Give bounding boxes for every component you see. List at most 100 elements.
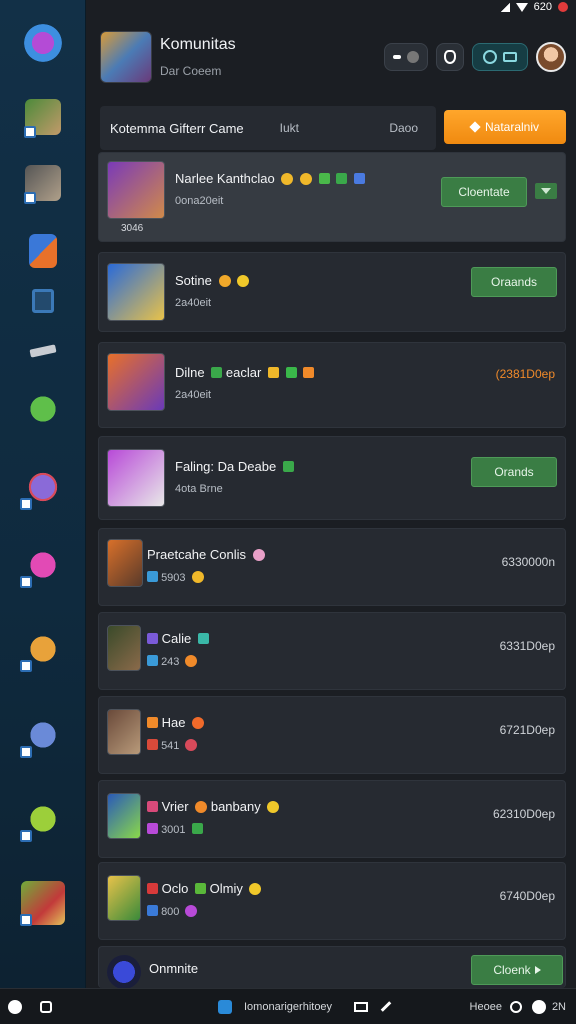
action-button[interactable]: Oraands <box>471 267 557 297</box>
action-button[interactable]: Cloenk <box>471 955 563 985</box>
list-item-name: Sotine <box>175 273 212 288</box>
hero-thumbnail <box>107 263 165 321</box>
sidebar-item-game-5[interactable] <box>18 462 68 512</box>
hero-thumbnail <box>107 709 141 755</box>
filter-sort[interactable]: Iukt <box>280 121 299 135</box>
action-button[interactable]: Cloentate <box>441 177 527 207</box>
filter-bar[interactable]: Kotemma Gifterr Came Iukt Daoo <box>100 106 436 150</box>
mail-icon[interactable] <box>354 1001 369 1012</box>
circle-icon[interactable] <box>40 1000 52 1013</box>
hero-thumbnail <box>107 353 165 411</box>
sword-icon[interactable] <box>28 336 58 366</box>
price-label: (2381D0ep <box>495 367 555 381</box>
sidebar-item-game-7[interactable] <box>18 624 68 674</box>
badge-icon <box>20 576 32 588</box>
badge-icon <box>147 801 158 812</box>
toggle-button[interactable] <box>384 43 428 71</box>
list-item-name: Hae <box>161 715 186 730</box>
badge-icon <box>336 173 348 184</box>
profile-icon[interactable] <box>8 999 22 1014</box>
list-item-title: Oclo Olmiy <box>147 881 262 896</box>
record-icon <box>407 51 419 63</box>
filter-date[interactable]: Daoo <box>389 121 418 135</box>
list-item-count: 5903 <box>161 572 186 584</box>
sidebar-item-game-1[interactable] <box>18 92 68 142</box>
bottom-bar: Iomonarigerhitoey Heoee 2N <box>0 988 576 1024</box>
sidebar-item-game-6[interactable] <box>18 540 68 590</box>
leaf-icon <box>194 883 206 894</box>
action-button[interactable]: Orands <box>471 457 557 487</box>
list-item[interactable]: Hae 541 6721D0ep <box>98 696 566 774</box>
list-item-meta: 0ona20eit <box>175 195 224 207</box>
action-button-label: Cloenk <box>493 963 531 977</box>
taskbar-label[interactable]: Iomonarigerhitoey <box>244 1001 332 1013</box>
sidebar-item-game-4[interactable] <box>18 384 68 434</box>
badge-icon <box>147 717 158 728</box>
crown-icon <box>267 367 279 378</box>
smiley-icon <box>237 275 250 287</box>
notify-button[interactable]: Nataralniv <box>444 110 566 144</box>
list-item-name: Praetcahe Conlis <box>147 547 246 562</box>
inventory-icon[interactable] <box>28 286 58 316</box>
app-icon[interactable] <box>218 999 232 1014</box>
chevron-down-icon[interactable] <box>535 183 557 199</box>
badge-icon <box>20 660 32 672</box>
hero-thumbnail <box>107 539 143 587</box>
list-item-meta: 2a40eit <box>175 297 212 309</box>
smiley-icon <box>185 655 198 667</box>
plus-icon <box>211 367 223 378</box>
list-item-title: Narlee Kanthclao <box>175 171 365 186</box>
list-item-meta: 2a40eit <box>175 389 212 401</box>
badge-icon <box>20 914 32 926</box>
notification-dot-icon <box>558 2 568 12</box>
crown-icon <box>299 173 312 185</box>
hero-thumbnail <box>107 955 141 989</box>
fire-icon <box>303 367 315 378</box>
hero-thumbnail <box>107 875 141 921</box>
pumpkin-icon <box>192 717 205 729</box>
filter-category[interactable]: Kotemma Gifterr Came <box>110 121 244 136</box>
list-item[interactable]: Praetcahe Conlis 5903 6330000n <box>98 528 566 606</box>
check-icon[interactable] <box>531 999 546 1014</box>
star-icon <box>281 173 294 185</box>
sidebar-item-game-2[interactable] <box>18 158 68 208</box>
list-item[interactable]: Calie 243 6331D0ep <box>98 612 566 690</box>
list-item[interactable]: Onmnite Cloenk <box>98 946 566 989</box>
list-item-title: Hae <box>147 715 205 730</box>
pen-icon[interactable] <box>380 1001 392 1012</box>
status-time: 620 <box>533 1 552 13</box>
price-label: 6331D0ep <box>499 639 555 653</box>
sidebar-item-game-3[interactable] <box>18 226 68 276</box>
gem-icon <box>285 367 297 378</box>
sidebar-item-home[interactable] <box>18 18 68 68</box>
list-item-count: 541 <box>161 740 180 752</box>
hero-thumbnail <box>107 625 141 671</box>
globe-icon[interactable] <box>509 1000 522 1013</box>
list-item[interactable]: Sotine 2a40eit Oraands <box>98 252 566 332</box>
list-item[interactable]: Dilne eaclar 2a40eit (2381D0ep <box>98 342 566 428</box>
list-item-meta: 3001 <box>147 823 203 836</box>
sidebar-item-game-8[interactable] <box>18 710 68 760</box>
sidebar-item-game-9[interactable] <box>18 794 68 844</box>
badge-icon <box>147 633 158 644</box>
sidebar-item-game-10[interactable] <box>18 878 68 928</box>
list-item[interactable]: 3046 Narlee Kanthclao 0ona20eit Cloentat… <box>98 152 566 242</box>
shield-button[interactable] <box>436 43 464 71</box>
list-item[interactable]: Oclo Olmiy 800 6740D0ep <box>98 862 566 940</box>
compass-button[interactable] <box>472 43 528 71</box>
page-subtitle: Dar Coeem <box>160 64 222 78</box>
list-item-name: Oclo <box>161 881 189 896</box>
badge-icon <box>147 655 158 666</box>
price-label: 6721D0ep <box>499 723 555 737</box>
face-icon <box>195 801 208 813</box>
list-item[interactable]: Vrier banbany 3001 62310D0ep <box>98 780 566 858</box>
shield-icon <box>353 173 365 184</box>
list-item[interactable]: Faling: Da Deabe 4ota Brne Orands <box>98 436 566 520</box>
user-avatar[interactable] <box>536 42 566 72</box>
orb-icon <box>252 549 265 561</box>
list-item-title: Dilne eaclar <box>175 365 315 380</box>
badge-icon <box>20 498 32 510</box>
wifi-icon <box>515 2 528 12</box>
list-item-count: 3001 <box>161 824 186 836</box>
badge-icon <box>147 571 158 582</box>
